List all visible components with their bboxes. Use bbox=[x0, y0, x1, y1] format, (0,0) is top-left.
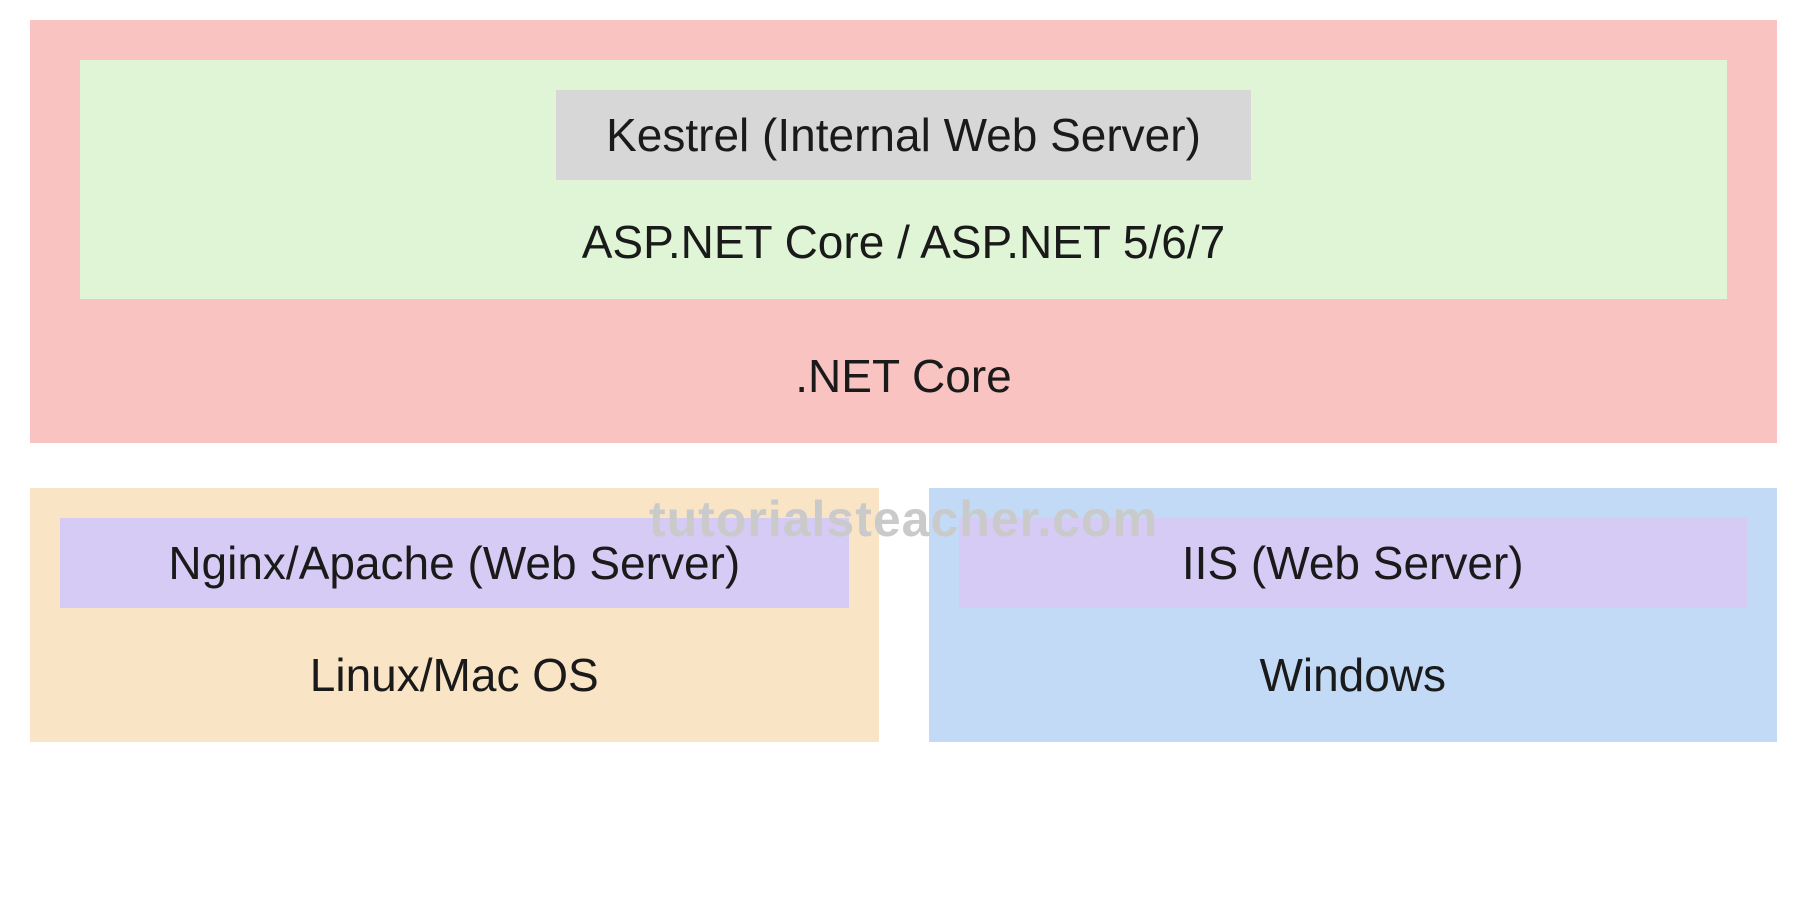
netcore-label: .NET Core bbox=[80, 349, 1727, 403]
windows-layer: IIS (Web Server) Windows bbox=[929, 488, 1778, 742]
nginx-apache-layer: Nginx/Apache (Web Server) bbox=[60, 518, 849, 608]
kestrel-label: Kestrel (Internal Web Server) bbox=[606, 109, 1201, 161]
os-row: Nginx/Apache (Web Server) Linux/Mac OS I… bbox=[30, 488, 1777, 742]
kestrel-layer: Kestrel (Internal Web Server) bbox=[556, 90, 1251, 180]
iis-label: IIS (Web Server) bbox=[1182, 537, 1524, 589]
linux-os-label: Linux/Mac OS bbox=[60, 648, 849, 702]
aspnet-layer: Kestrel (Internal Web Server) ASP.NET Co… bbox=[80, 60, 1727, 299]
windows-os-label: Windows bbox=[959, 648, 1748, 702]
aspnet-label: ASP.NET Core / ASP.NET 5/6/7 bbox=[130, 215, 1677, 269]
linux-layer: Nginx/Apache (Web Server) Linux/Mac OS bbox=[30, 488, 879, 742]
iis-layer: IIS (Web Server) bbox=[959, 518, 1748, 608]
netcore-layer: Kestrel (Internal Web Server) ASP.NET Co… bbox=[30, 20, 1777, 443]
nginx-apache-label: Nginx/Apache (Web Server) bbox=[168, 537, 740, 589]
